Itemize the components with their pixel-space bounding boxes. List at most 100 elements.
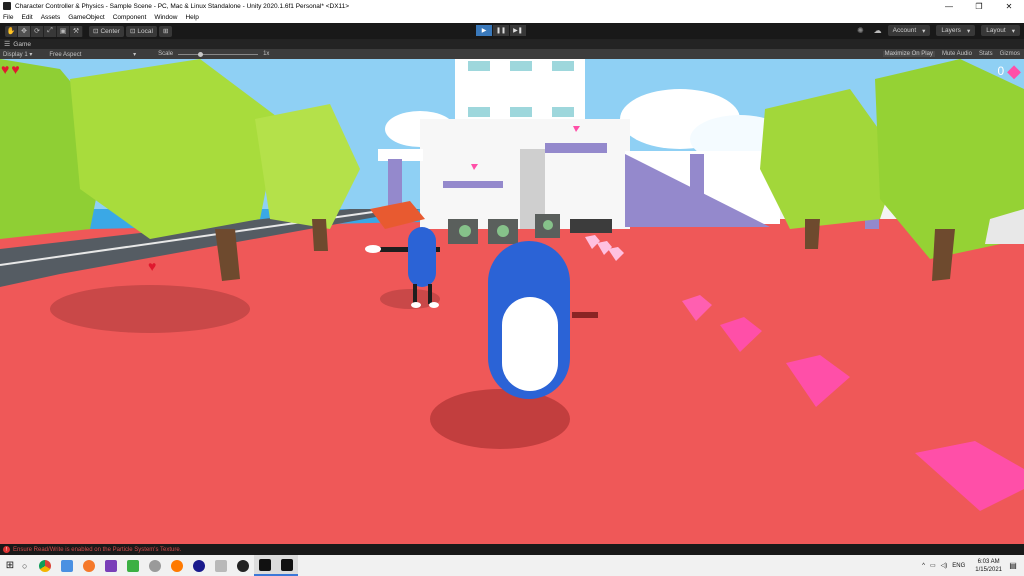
window [468,61,490,71]
taskbar-blender[interactable] [78,555,100,576]
game-view-toolbar: Display 1 ▾ Free Aspect ▾ Scale 1x Maxim… [0,49,1024,59]
notifications-icon[interactable]: ▤ [1006,561,1020,570]
display-dropdown[interactable]: Display 1 ▾ [3,51,32,58]
npc-body [408,227,436,287]
title-bar: Character Controller & Physics - Sample … [0,0,1024,12]
menu-help[interactable]: Help [185,14,198,21]
unity-editor-window: Character Controller & Physics - Sample … [0,0,1024,576]
taskbar-notepad[interactable] [122,555,144,576]
pivot-icon: ⊡ [93,28,99,35]
gem-icon: ◆ [1007,61,1021,81]
custom-tool-icon[interactable]: ⚒ [70,25,83,37]
menu-assets[interactable]: Assets [41,14,61,21]
pivot-center-button[interactable]: ⊡ Center [89,25,124,37]
tab-game[interactable]: Game [13,41,31,48]
taskbar-unity-editor[interactable] [276,555,298,576]
taskbar-headphones[interactable] [188,555,210,576]
npc-foot [411,302,421,308]
scale-slider-knob[interactable] [198,51,204,57]
scale-slider[interactable] [178,51,259,57]
pillar [690,154,704,224]
cloud-icon[interactable]: ☁ [874,26,882,35]
taskbar-paint[interactable] [210,555,232,576]
network-icon[interactable]: ▭ [930,562,936,569]
transform-tools: ✋ ✥ ⟳ ⤢ ▣ ⚒ [5,25,83,37]
menu-edit[interactable]: Edit [21,14,32,21]
stats-toggle[interactable]: Stats [979,51,993,57]
scale-tool-icon[interactable]: ⤢ [44,25,57,37]
close-button[interactable]: ✕ [994,2,1024,11]
play-button[interactable]: ▶ [476,25,492,36]
heart-icon: ♥ [11,61,20,77]
hud-gem-counter: 0 ◆ [997,62,1021,80]
mute-audio-toggle[interactable]: Mute Audio [942,51,972,57]
taskbar-audacity[interactable] [166,555,188,576]
awning [545,143,607,153]
right-toolbar: ✺ ☁ Account ▾ Layers ▾ Layout ▾ [857,25,1020,36]
taskbar-unity-hub[interactable] [254,555,276,576]
layers-label: Layers [941,27,961,34]
heart-pickup-icon: ♥ [148,258,156,274]
menu-window[interactable]: Window [154,14,177,21]
scale-control: Scale 1x [158,51,269,57]
menu-component[interactable]: Component [113,14,147,21]
layout-dropdown[interactable]: Layout ▾ [981,25,1020,36]
aspect-label: Free Aspect [49,51,82,58]
visual-studio-icon [105,559,117,572]
step-button[interactable]: ▶❚ [510,25,526,36]
awning [443,181,503,188]
taskbar-chrome[interactable] [34,555,56,576]
rotate-tool-icon[interactable]: ⟳ [31,25,44,37]
npc-foot [429,302,439,308]
clock-date: 1/15/2021 [975,566,1002,573]
chevron-down-icon: ▾ [966,27,971,35]
grid-snap-icon[interactable]: ⊞ [158,25,173,37]
game-scene: ♥ [0,59,1024,544]
clock-time: 6:03 AM [977,558,1000,565]
minimize-button[interactable]: — [934,2,964,11]
game-tab-bar: ☰ Game [0,39,1024,49]
search-icon[interactable]: ○ [22,561,34,571]
menu-bar: File Edit Assets GameObject Component Wi… [0,12,1024,23]
windows-start-icon[interactable]: ⊞ [0,555,20,576]
aspect-dropdown[interactable]: Free Aspect ▾ [49,51,136,58]
game-viewport[interactable]: ♥ ♥ ♥ 0 ◆ [0,59,1024,544]
chevron-up-icon[interactable]: ^ [922,563,925,569]
pause-button[interactable]: ❚❚ [493,25,509,36]
gizmos-dropdown[interactable]: Gizmos [1000,51,1020,57]
window [552,61,574,71]
hand-tool-icon[interactable]: ✋ [5,25,18,37]
taskbar-visual-studio[interactable] [100,555,122,576]
notepad-icon [127,559,139,572]
taskbar-disk-utility[interactable] [144,555,166,576]
layers-dropdown[interactable]: Layers ▾ [936,25,976,36]
tree-trunk [805,219,820,249]
unity-logo-icon [3,2,11,10]
menu-file[interactable]: File [3,14,13,21]
volume-icon[interactable]: ◁) [941,562,948,569]
npc-leg [413,284,417,304]
maximize-on-play-toggle[interactable]: Maximize On Play [882,51,935,57]
game-controller-icon: ☰ [4,41,11,48]
error-icon: ! [3,546,10,553]
rect-tool-icon[interactable]: ▣ [57,25,70,37]
taskbar-github[interactable] [232,555,254,576]
pivot-label: Center [100,27,120,35]
move-tool-icon[interactable]: ✥ [18,25,31,37]
menu-gameobject[interactable]: GameObject [68,14,105,21]
collab-icon[interactable]: ✺ [857,26,864,35]
window [468,107,490,117]
bench [570,219,612,233]
window [552,107,574,117]
account-dropdown[interactable]: Account ▾ [887,25,931,36]
taskbar-explorer[interactable] [56,555,78,576]
maximize-button[interactable]: ❐ [964,2,994,11]
console-status-bar[interactable]: ! Ensure Read/Write is enabled on the Pa… [0,544,1024,555]
game-view-options: Maximize On Play Mute Audio Stats Gizmos [876,49,1020,59]
player-shadow [430,389,570,449]
paint-icon [215,559,227,572]
github-icon [237,559,249,572]
language-indicator[interactable]: ENG [952,563,965,569]
pivot-local-button[interactable]: ⊡ Local [125,25,157,37]
clock[interactable]: 6:03 AM 1/15/2021 [975,558,1002,574]
